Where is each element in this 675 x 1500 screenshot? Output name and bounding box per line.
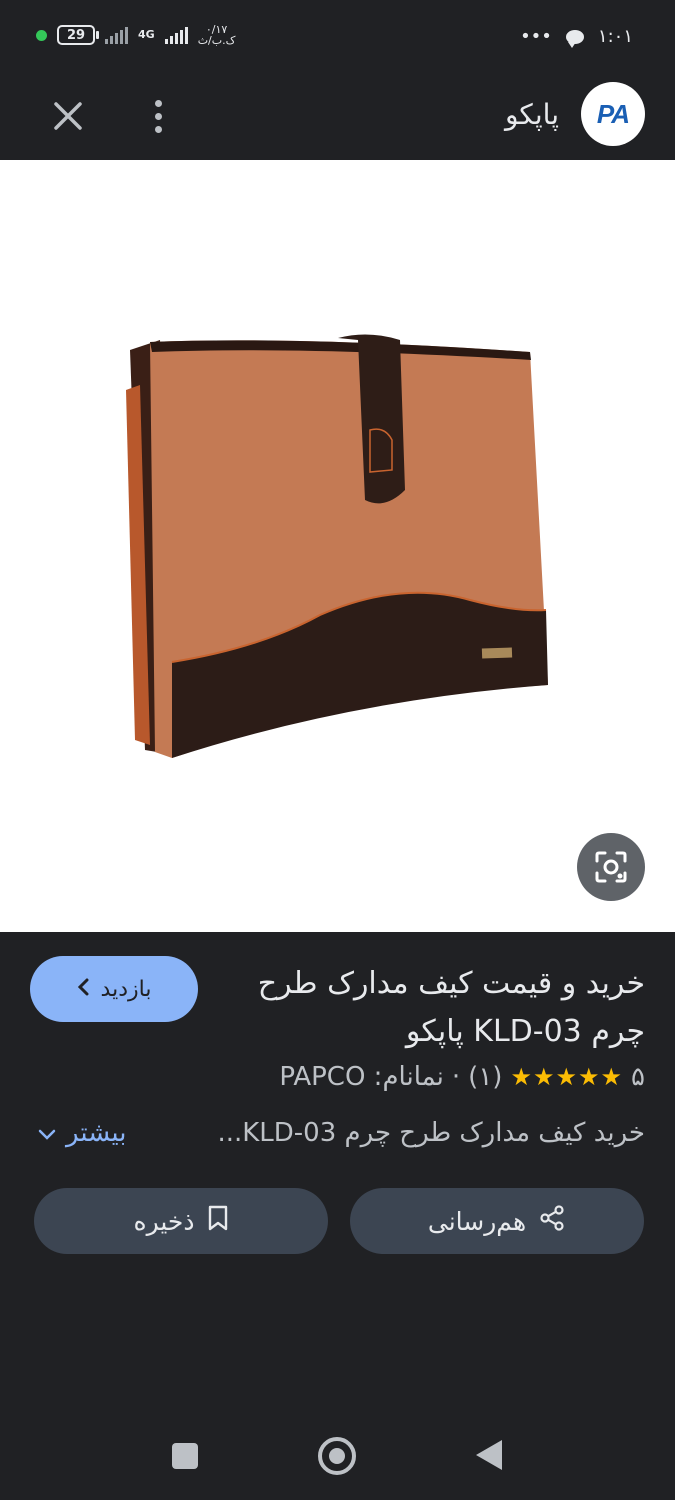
site-logo[interactable]: PA: [581, 82, 645, 146]
chat-bubble-icon: [565, 29, 584, 48]
rating-value: ۵: [631, 1062, 645, 1092]
status-right: ••• ۱:۰۱: [520, 26, 633, 48]
image-viewer[interactable]: [0, 160, 675, 932]
status-bar: 29 4G ۰/۱۷ ک.ب/ث ••• ۱:۰۱: [0, 0, 675, 72]
bookmark-icon: [207, 1205, 229, 1237]
visit-button[interactable]: بازدید: [30, 956, 198, 1022]
back-button[interactable]: [476, 1440, 502, 1470]
share-button[interactable]: هم‌رسانی: [350, 1188, 644, 1254]
site-name[interactable]: پاپکو: [505, 98, 559, 131]
more-notifications-icon: •••: [520, 26, 552, 47]
chevron-down-icon: [38, 1118, 56, 1148]
lens-icon[interactable]: [577, 833, 645, 901]
signal-weak-icon: [105, 26, 128, 44]
site-logo-text: PA: [596, 98, 630, 129]
home-button[interactable]: [318, 1437, 356, 1475]
visit-label: بازدید: [100, 976, 152, 1002]
status-dot-icon: [36, 29, 47, 41]
review-count: (۱): [468, 1062, 503, 1092]
product-image: [126, 334, 548, 758]
brand-label: نمانام: PAPCO: [279, 1062, 444, 1092]
chevron-left-icon: [77, 977, 91, 1002]
battery-icon: 29: [57, 25, 99, 45]
more-vert-icon[interactable]: [140, 94, 176, 138]
more-label: بیشتر: [66, 1118, 127, 1148]
battery-level: 29: [66, 27, 86, 43]
recent-apps-button[interactable]: [172, 1443, 198, 1469]
save-label: ذخیره: [133, 1206, 195, 1236]
rating-row: ۵ ★★★★★ (۱) · نمانام: PAPCO: [279, 1062, 645, 1092]
save-button[interactable]: ذخیره: [34, 1188, 328, 1254]
close-icon[interactable]: [46, 94, 90, 138]
result-panel: بازدید خرید و قیمت کیف مدارک طرح چرم KLD…: [0, 932, 675, 1500]
star-rating-icon: ★★★★★: [510, 1063, 624, 1091]
result-title[interactable]: خرید و قیمت کیف مدارک طرح چرم KLD-03 پاپ…: [225, 960, 645, 1056]
status-time: ۱:۰۱: [597, 26, 633, 47]
app-header: پاپکو PA: [0, 72, 675, 160]
network-speed: ۰/۱۷ ک.ب/ث: [198, 24, 236, 46]
status-left: 29 4G ۰/۱۷ ک.ب/ث: [36, 24, 235, 46]
share-label: هم‌رسانی: [427, 1206, 527, 1236]
share-icon: [538, 1204, 566, 1238]
network-speed-unit: ک.ب/ث: [197, 34, 236, 47]
signal-strong-icon: [164, 26, 188, 44]
separator: ·: [451, 1062, 461, 1092]
network-type: 4G: [138, 28, 155, 41]
more-button[interactable]: بیشتر: [38, 1118, 126, 1148]
result-description: خرید کیف مدارک طرح چرم KLD-03...: [217, 1118, 645, 1148]
